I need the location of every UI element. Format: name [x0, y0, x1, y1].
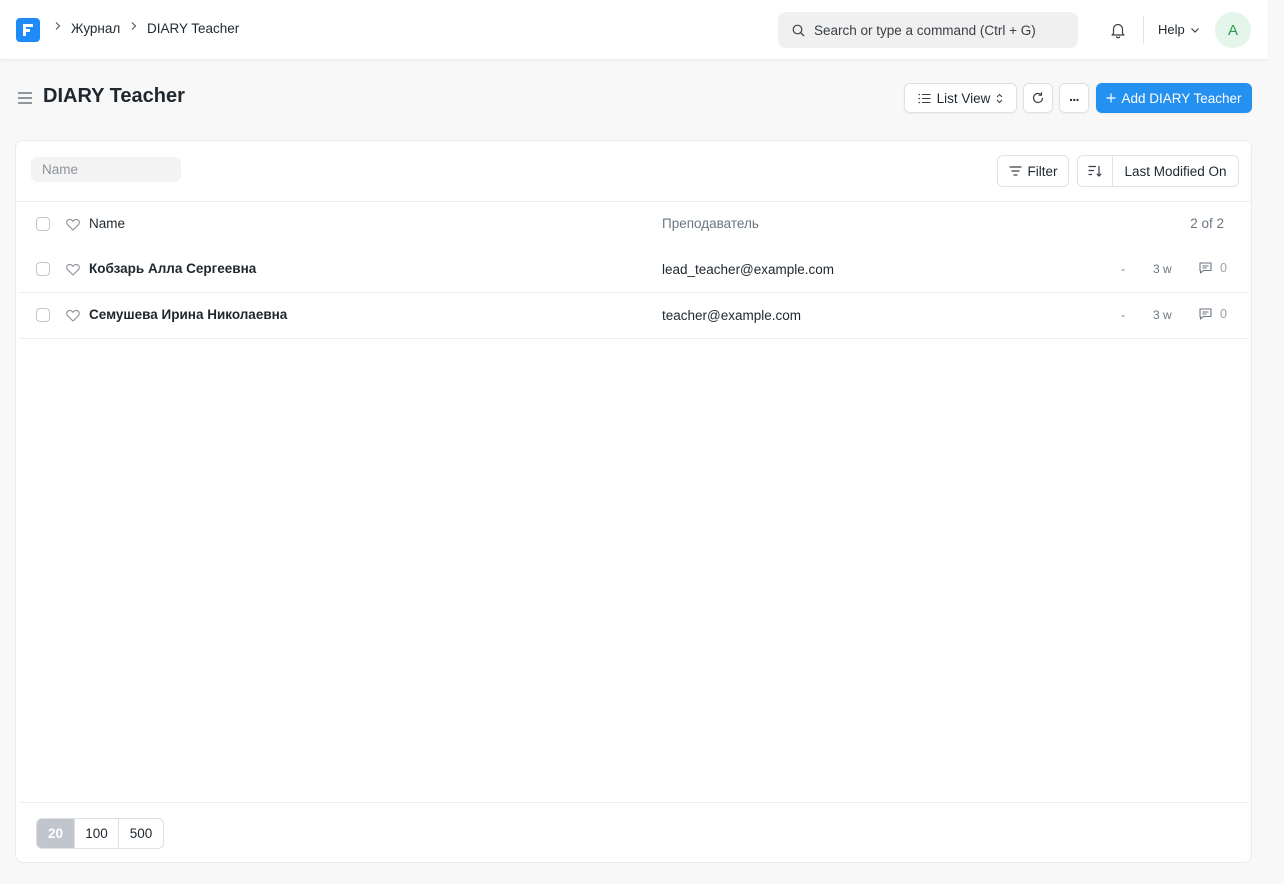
column-header-name: Name [89, 216, 126, 231]
sort-descending-icon [1088, 165, 1102, 177]
app-logo-icon [23, 24, 33, 36]
list-icon [918, 93, 931, 104]
filter-label: Filter [1027, 163, 1058, 179]
sort-by-button[interactable]: Last Modified On [1113, 156, 1238, 186]
page-size-100-button[interactable]: 100 [74, 819, 118, 848]
navbar: Журнал DIARY Teacher Search or type a co… [0, 0, 1268, 60]
row-teacher: teacher@example.com [662, 308, 802, 323]
row-status: - [1121, 308, 1125, 322]
list-row[interactable]: Семушева Ирина Николаевна teacher@exampl… [16, 292, 1251, 338]
row-modified: 3 w [1153, 262, 1172, 276]
page-title: DIARY Teacher [43, 85, 185, 107]
add-diary-teacher-button[interactable]: Add DIARY Teacher [1096, 83, 1252, 113]
comment-icon [1199, 308, 1212, 320]
refresh-button[interactable] [1023, 83, 1053, 113]
search-input[interactable]: Search or type a command (Ctrl + G) [778, 12, 1078, 48]
sidebar-toggle-icon[interactable] [17, 91, 33, 105]
name-filter-input[interactable] [31, 157, 181, 182]
filter-button[interactable]: Filter [997, 155, 1069, 187]
sort-direction-button[interactable] [1078, 156, 1113, 186]
select-all-checkbox[interactable] [36, 217, 50, 231]
row-checkbox[interactable] [36, 308, 50, 322]
comment-count: 0 [1220, 307, 1227, 321]
help-dropdown[interactable]: Help [1158, 22, 1200, 37]
more-actions-button[interactable]: ... [1059, 83, 1089, 113]
list-view-button[interactable]: List View [904, 83, 1017, 113]
navbar-divider [1143, 16, 1144, 44]
row-comment-count[interactable]: 0 [1199, 261, 1227, 275]
add-button-label: Add DIARY Teacher [1121, 90, 1242, 106]
row-status: - [1121, 262, 1125, 276]
select-arrows-icon [996, 93, 1003, 104]
list-card: Filter Last Modified On Name Преподавате… [15, 140, 1252, 863]
refresh-icon [1031, 91, 1045, 105]
page-header: DIARY Teacher List View ... Add DIARY Te… [0, 60, 1268, 136]
app-logo[interactable] [16, 18, 40, 42]
page-size-500-button[interactable]: 500 [118, 819, 163, 848]
breadcrumb-item-current[interactable]: DIARY Teacher [147, 21, 239, 36]
page-size-20-button[interactable]: 20 [37, 819, 74, 848]
search-placeholder: Search or type a command (Ctrl + G) [814, 22, 1036, 38]
list-row[interactable]: Кобзарь Алла Сергеевна lead_teacher@exam… [16, 246, 1251, 292]
sort-control: Last Modified On [1077, 155, 1239, 187]
help-label: Help [1158, 22, 1185, 37]
filter-icon [1009, 166, 1022, 176]
footer-divider [20, 802, 1248, 803]
chevron-down-icon [1190, 25, 1200, 35]
heart-icon[interactable] [66, 309, 80, 322]
breadcrumb-chevron-icon [53, 21, 63, 31]
column-header-teacher: Преподаватель [662, 216, 759, 231]
row-checkbox[interactable] [36, 262, 50, 276]
comment-icon [1199, 262, 1212, 274]
search-icon [792, 24, 805, 37]
list-view-label: List View [936, 90, 991, 106]
list-header: Name Преподаватель 2 of 2 [16, 202, 1251, 246]
page-size-selector: 20 100 500 [36, 818, 164, 849]
avatar[interactable]: A [1215, 12, 1251, 48]
notification-bell-icon[interactable] [1109, 21, 1127, 39]
row-name-link[interactable]: Семушева Ирина Николаевна [89, 307, 287, 322]
comment-count: 0 [1220, 261, 1227, 275]
breadcrumb-item[interactable]: Журнал [71, 21, 120, 36]
row-comment-count[interactable]: 0 [1199, 307, 1227, 321]
heart-icon[interactable] [66, 218, 80, 231]
plus-icon [1106, 93, 1116, 103]
row-modified: 3 w [1153, 308, 1172, 322]
row-name-link[interactable]: Кобзарь Алла Сергеевна [89, 261, 256, 276]
breadcrumb-chevron-icon [129, 21, 139, 31]
row-divider [20, 338, 1248, 339]
record-count: 2 of 2 [1190, 216, 1224, 231]
heart-icon[interactable] [66, 263, 80, 276]
more-label: ... [1069, 88, 1079, 104]
row-teacher: lead_teacher@example.com [662, 262, 835, 277]
